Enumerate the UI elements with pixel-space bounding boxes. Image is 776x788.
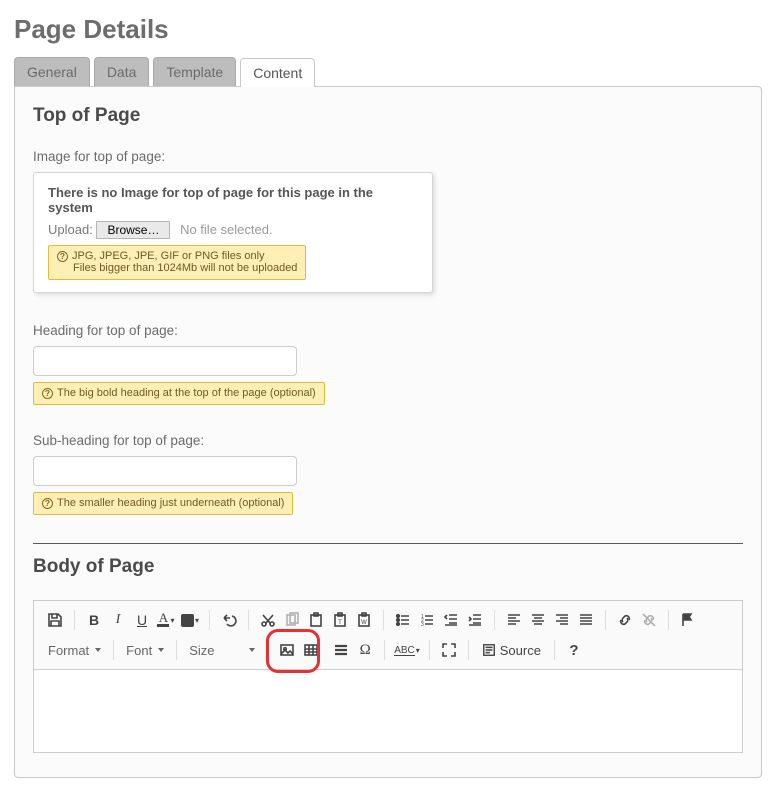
- size-combo[interactable]: Size: [181, 638, 263, 662]
- subheading-input[interactable]: [33, 456, 297, 486]
- image-panel: There is no Image for top of page for th…: [33, 172, 433, 293]
- subheading-field-block: Sub-heading for top of page: ? The small…: [33, 433, 743, 515]
- heading-field-label: Heading for top of page:: [33, 323, 743, 338]
- heading-input[interactable]: [33, 346, 297, 376]
- subheading-hint: ? The smaller heading just underneath (o…: [33, 492, 293, 515]
- align-justify-icon[interactable]: [574, 608, 598, 632]
- image-hint-line1: JPG, JPEG, JPE, GIF or PNG files only: [72, 250, 265, 262]
- upload-label: Upload:: [48, 222, 93, 237]
- format-combo[interactable]: Format: [40, 638, 109, 662]
- help-icon: ?: [57, 251, 68, 262]
- italic-icon[interactable]: I: [106, 608, 130, 632]
- font-combo[interactable]: Font: [118, 638, 172, 662]
- help-icon: ?: [42, 498, 53, 509]
- paste-text-icon[interactable]: T: [328, 608, 352, 632]
- subheading-field-label: Sub-heading for top of page:: [33, 433, 743, 448]
- indent-icon[interactable]: [463, 608, 487, 632]
- bg-color-icon[interactable]: ▾: [178, 608, 202, 632]
- source-button[interactable]: Source: [476, 643, 547, 658]
- paste-word-icon[interactable]: W: [352, 608, 376, 632]
- svg-text:T: T: [338, 620, 342, 626]
- save-icon[interactable]: [43, 608, 67, 632]
- spellcheck-icon[interactable]: ABC▾: [392, 638, 422, 662]
- subheading-hint-text: The smaller heading just underneath (opt…: [57, 497, 284, 509]
- image-hint-line2: Files bigger than 1024Mb will not be upl…: [57, 262, 297, 274]
- tab-data[interactable]: Data: [94, 57, 150, 86]
- svg-text:3: 3: [421, 622, 424, 628]
- tabs: General Data Template Content: [14, 57, 762, 86]
- underline-icon[interactable]: U: [130, 608, 154, 632]
- tab-content[interactable]: Content: [240, 58, 315, 87]
- no-file-text: No file selected.: [180, 222, 273, 237]
- special-char-icon[interactable]: Ω: [353, 638, 377, 662]
- bullet-list-icon[interactable]: [391, 608, 415, 632]
- image-field-label: Image for top of page:: [33, 149, 743, 164]
- browse-button[interactable]: Browse…: [96, 221, 170, 239]
- help-icon[interactable]: ?: [562, 638, 586, 662]
- align-left-icon[interactable]: [502, 608, 526, 632]
- no-image-text: There is no Image for top of page for th…: [48, 185, 418, 215]
- content-panel: Top of Page Image for top of page: There…: [14, 86, 762, 778]
- bold-icon[interactable]: B: [82, 608, 106, 632]
- heading-hint-text: The big bold heading at the top of the p…: [57, 387, 316, 399]
- editor-body[interactable]: [33, 669, 743, 753]
- section-title-top: Top of Page: [33, 105, 743, 127]
- tab-template[interactable]: Template: [153, 57, 236, 86]
- table-icon[interactable]: [299, 638, 323, 662]
- help-icon: ?: [42, 388, 53, 399]
- undo-icon[interactable]: [217, 608, 241, 632]
- link-icon[interactable]: [613, 608, 637, 632]
- image-icon[interactable]: [275, 638, 299, 662]
- unlink-icon[interactable]: [637, 608, 661, 632]
- hr-icon[interactable]: [329, 638, 353, 662]
- tab-general[interactable]: General: [14, 57, 90, 86]
- number-list-icon[interactable]: 123: [415, 608, 439, 632]
- text-color-icon[interactable]: A▾: [154, 608, 178, 632]
- image-field-block: Image for top of page: There is no Image…: [33, 149, 743, 293]
- page-title: Page Details: [14, 14, 762, 45]
- copy-icon[interactable]: [280, 608, 304, 632]
- align-right-icon[interactable]: [550, 608, 574, 632]
- flag-icon[interactable]: [676, 608, 700, 632]
- section-title-body: Body of Page: [33, 556, 743, 578]
- maximize-icon[interactable]: [437, 638, 461, 662]
- editor-toolbar: B I U A▾ ▾ T W 123: [33, 600, 743, 669]
- outdent-icon[interactable]: [439, 608, 463, 632]
- image-hint: ? JPG, JPEG, JPE, GIF or PNG files only …: [48, 245, 306, 280]
- svg-text:W: W: [361, 620, 367, 626]
- highlighted-group: [272, 638, 326, 662]
- paste-icon[interactable]: [304, 608, 328, 632]
- heading-field-block: Heading for top of page: ? The big bold …: [33, 323, 743, 405]
- align-center-icon[interactable]: [526, 608, 550, 632]
- cut-icon[interactable]: [256, 608, 280, 632]
- upload-row: Upload: Browse… No file selected.: [48, 221, 418, 239]
- divider: [33, 543, 743, 544]
- heading-hint: ? The big bold heading at the top of the…: [33, 382, 325, 405]
